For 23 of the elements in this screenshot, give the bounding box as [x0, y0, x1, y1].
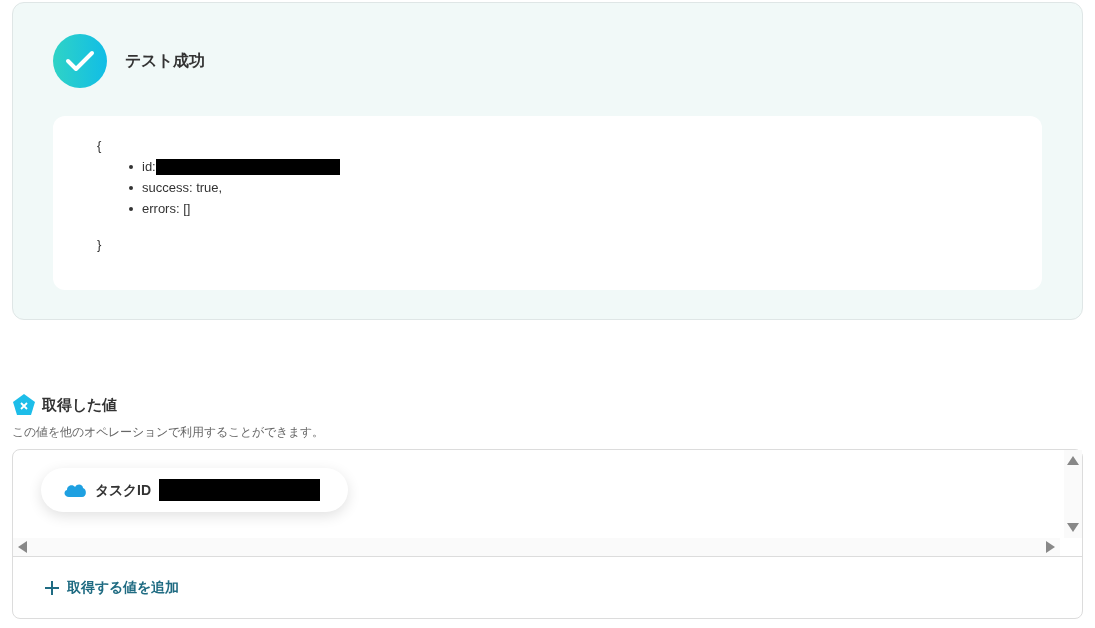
- bullet-icon: [129, 185, 133, 190]
- check-icon: [53, 34, 107, 88]
- response-field: errors: []: [142, 198, 191, 219]
- variable-icon: [12, 393, 36, 417]
- scroll-left-icon[interactable]: [18, 541, 27, 553]
- response-field: id:: [142, 156, 156, 177]
- section-title: 取得した値: [42, 394, 117, 415]
- chip-label: タスクID: [95, 480, 151, 500]
- plus-icon: [45, 580, 59, 595]
- scroll-right-icon[interactable]: [1046, 541, 1055, 553]
- add-value-link[interactable]: 取得する値を追加: [45, 577, 179, 598]
- vertical-scrollbar[interactable]: [1064, 450, 1082, 538]
- cloud-icon: [63, 482, 87, 498]
- scroll-up-icon[interactable]: [1067, 456, 1079, 465]
- section-description: この値を他のオペレーションで利用することができます。: [12, 425, 324, 439]
- close-brace: }: [97, 236, 102, 254]
- bullet-icon: [129, 206, 133, 211]
- bullet-icon: [129, 164, 133, 169]
- result-title: テスト成功: [125, 51, 205, 71]
- scroll-down-icon[interactable]: [1067, 523, 1079, 532]
- value-chip[interactable]: タスクID: [41, 468, 348, 512]
- response-field: success: true,: [142, 177, 223, 198]
- open-brace: {: [97, 137, 102, 155]
